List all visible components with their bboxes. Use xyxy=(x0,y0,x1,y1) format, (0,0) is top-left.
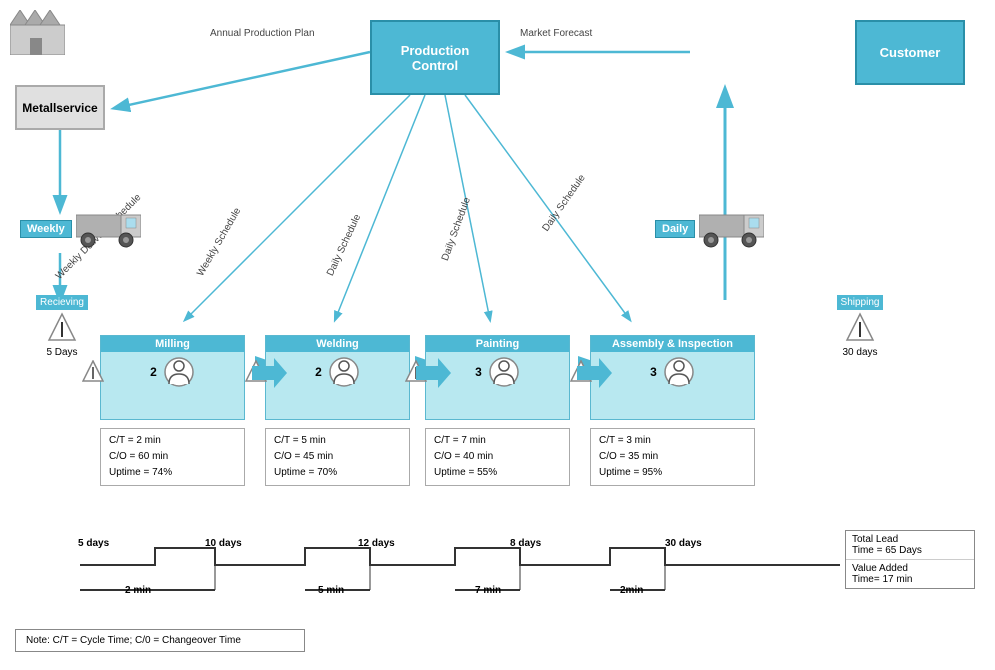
timeline-days-8: 8 days xyxy=(510,538,541,549)
value-added-row: Value AddedTime= 17 min xyxy=(846,560,974,588)
timeline-min-2: 2 min xyxy=(125,585,151,596)
daily-schedule-label-1: Daily Schedule xyxy=(325,213,363,278)
market-forecast-label: Market Forecast xyxy=(520,28,592,39)
painting-operator-icon xyxy=(488,356,520,388)
painting-ct: C/T = 7 min xyxy=(434,433,561,449)
welding-ct: C/T = 5 min xyxy=(274,433,401,449)
assembly-ct: C/T = 3 min xyxy=(599,433,746,449)
recieving-label: Recieving xyxy=(36,295,88,310)
painting-operators: 3 xyxy=(475,365,482,379)
welding-operator-icon xyxy=(328,356,360,388)
note-box: Note: C/T = Cycle Time; C/0 = Changeover… xyxy=(15,629,305,652)
milling-uptime: Uptime = 74% xyxy=(109,465,236,481)
milling-ct: C/T = 2 min xyxy=(109,433,236,449)
assembly-uptime: Uptime = 95% xyxy=(599,465,746,481)
push-arrow-3 xyxy=(577,358,612,391)
factory-icon-supplier xyxy=(10,8,65,56)
days-5-label: 5 Days xyxy=(22,347,102,358)
milling-box: Milling 2 xyxy=(100,335,245,420)
daily-label: Daily xyxy=(655,220,695,238)
timeline-min-5: 5 min xyxy=(318,585,344,596)
milling-body: 2 xyxy=(101,352,244,392)
annual-plan-label: Annual Production Plan xyxy=(210,28,315,39)
milling-co: C/O = 60 min xyxy=(109,449,236,465)
daily-truck: Daily xyxy=(655,210,764,248)
milling-metrics: C/T = 2 min C/O = 60 min Uptime = 74% xyxy=(100,428,245,486)
production-control-box: Production Control xyxy=(370,20,500,95)
assembly-co: C/O = 35 min xyxy=(599,449,746,465)
milling-operator-icon xyxy=(163,356,195,388)
timeline-days-30: 30 days xyxy=(665,538,702,549)
weekly-label: Weekly xyxy=(20,220,72,238)
customer-box: Customer xyxy=(855,20,965,85)
days-30-label: 30 days xyxy=(820,347,900,358)
timeline-min-2b: 2min xyxy=(620,585,643,596)
recieving-triangle xyxy=(22,312,102,345)
milling-header: Milling xyxy=(101,336,244,352)
total-lead-row: Total LeadTime = 65 Days xyxy=(846,531,974,560)
welding-operators: 2 xyxy=(315,365,322,379)
timeline-days-12: 12 days xyxy=(358,538,395,549)
daily-schedule-label-3: Daily Schedule xyxy=(540,173,587,234)
timeline-min-7: 7 min xyxy=(475,585,501,596)
timeline-days-5: 5 days xyxy=(78,538,109,549)
timeline-days-10: 10 days xyxy=(205,538,242,549)
weekly-truck: Weekly xyxy=(20,210,141,248)
assembly-box: Assembly & Inspection 3 xyxy=(590,335,755,420)
shipping-label: Shipping xyxy=(837,295,884,310)
push-arrow-1 xyxy=(252,358,287,391)
assembly-operators: 3 xyxy=(650,365,657,379)
milling-inv-left xyxy=(82,360,104,385)
assembly-header: Assembly & Inspection xyxy=(591,336,754,352)
daily-schedule-label-2: Daily Schedule xyxy=(440,196,473,262)
welding-co: C/O = 45 min xyxy=(274,449,401,465)
assembly-body: 3 xyxy=(591,352,754,392)
summary-box: Total LeadTime = 65 Days Value AddedTime… xyxy=(845,530,975,589)
weekly-schedule-label: Weekly Schedule xyxy=(195,206,243,278)
milling-operators: 2 xyxy=(150,365,157,379)
welding-header: Welding xyxy=(266,336,409,352)
painting-header: Painting xyxy=(426,336,569,352)
shipping-area: Shipping 30 days xyxy=(820,295,900,358)
assembly-metrics: C/T = 3 min C/O = 35 min Uptime = 95% xyxy=(590,428,755,486)
painting-metrics: C/T = 7 min C/O = 40 min Uptime = 55% xyxy=(425,428,570,486)
painting-co: C/O = 40 min xyxy=(434,449,561,465)
shipping-triangle xyxy=(820,312,900,345)
assembly-operator-icon xyxy=(663,356,695,388)
welding-body: 2 xyxy=(266,352,409,392)
recieving-area: Recieving 5 Days xyxy=(22,295,102,358)
metalservice-box: Metallservice xyxy=(15,85,105,130)
welding-uptime: Uptime = 70% xyxy=(274,465,401,481)
push-arrow-2 xyxy=(416,358,451,391)
painting-uptime: Uptime = 55% xyxy=(434,465,561,481)
welding-metrics: C/T = 5 min C/O = 45 min Uptime = 70% xyxy=(265,428,410,486)
